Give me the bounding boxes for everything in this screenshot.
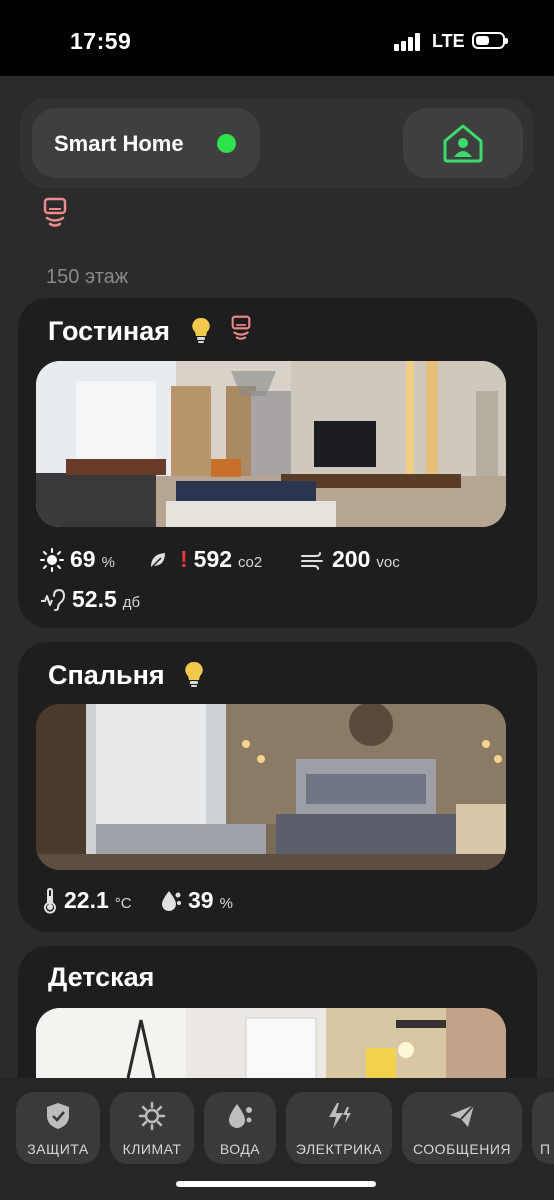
metric-voc-unit: voc — [376, 554, 400, 571]
battery-level — [476, 36, 489, 45]
nav-label: ЗАЩИТА — [27, 1141, 89, 1157]
messages-icon — [450, 1104, 475, 1127]
climate-icon — [138, 1101, 166, 1131]
metric-voc: 200 voc — [300, 546, 400, 573]
network-type: LTE — [432, 31, 465, 51]
nav-climate[interactable]: КЛИМАТ — [110, 1092, 194, 1164]
metric-co2-unit: co2 — [238, 554, 263, 571]
metric-humidity-unit: % — [219, 895, 233, 912]
metric-temperature-unit: °C — [114, 895, 132, 912]
metric-co2: ! 592 co2 — [148, 546, 262, 573]
sun-icon — [40, 547, 64, 572]
nav-water[interactable]: ВОДА — [204, 1092, 276, 1164]
metric-temperature-value: 22.1 — [64, 887, 109, 913]
nav-messages[interactable]: СООБЩЕНИЯ — [402, 1092, 522, 1164]
nav-electricity[interactable]: ЭЛЕКТРИКА — [286, 1092, 392, 1164]
room-photo-bedroom — [36, 704, 506, 870]
home-user-icon — [443, 124, 483, 163]
nav-label: ВОДА — [219, 1141, 261, 1157]
nav-security[interactable]: ЗАЩИТА — [16, 1092, 100, 1164]
metric-light-unit: % — [101, 554, 115, 571]
metric-light: 69 % — [40, 546, 115, 573]
lightbulb-icon — [192, 317, 210, 343]
room-card-living-room[interactable]: Гостиная 69 % ! 592 co2 200 voc 52.5 дб — [18, 298, 537, 628]
metric-co2-value: 592 — [193, 546, 233, 572]
metric-humidity: 39 % — [160, 887, 233, 914]
metric-temperature: 22.1 °C — [42, 887, 132, 914]
leaf-icon — [151, 552, 165, 568]
room-title: Детская — [48, 962, 155, 992]
profile-button[interactable] — [403, 108, 523, 178]
metric-noise-value: 52.5 — [72, 586, 117, 612]
alert-icon: ! — [180, 546, 188, 572]
nav-label: П — [540, 1141, 551, 1157]
lightbulb-icon — [185, 661, 203, 687]
battery-icon — [472, 32, 508, 49]
ear-wave-icon — [41, 588, 66, 611]
signal-icon — [394, 33, 422, 51]
room-card-bedroom[interactable]: Спальня 22.1 °C 39 % — [18, 642, 537, 932]
nav-label: КЛИМАТ — [122, 1141, 182, 1157]
sensor-icon[interactable] — [42, 197, 68, 233]
metric-voc-value: 200 — [332, 546, 371, 572]
home-indicator[interactable] — [176, 1181, 376, 1187]
home-title: Smart Home — [54, 131, 184, 156]
status-time: 17:59 — [70, 28, 132, 54]
metric-noise: 52.5 дб — [40, 586, 140, 613]
nav-more[interactable]: П — [532, 1092, 554, 1164]
room-title: Спальня — [48, 660, 165, 690]
metric-light-value: 69 — [70, 546, 96, 572]
sensor-icon — [231, 315, 251, 340]
humidity-icon — [162, 890, 181, 911]
metric-humidity-value: 39 — [188, 887, 214, 913]
floor-label: 150 этаж — [46, 266, 129, 288]
online-status-dot — [217, 134, 236, 153]
home-selector[interactable]: Smart Home — [32, 108, 260, 178]
shield-icon — [47, 1103, 69, 1129]
electricity-icon — [329, 1103, 351, 1129]
thermometer-icon — [44, 887, 56, 913]
water-icon — [229, 1104, 252, 1128]
wind-icon — [301, 551, 323, 570]
metric-noise-unit: дб — [122, 594, 141, 611]
nav-label: СООБЩЕНИЯ — [412, 1141, 511, 1157]
room-photo-living-room — [36, 361, 506, 527]
status-bar: 17:59 LTE — [0, 0, 554, 76]
nav-label: ЭЛЕКТРИКА — [295, 1141, 383, 1157]
room-title: Гостиная — [48, 316, 171, 346]
